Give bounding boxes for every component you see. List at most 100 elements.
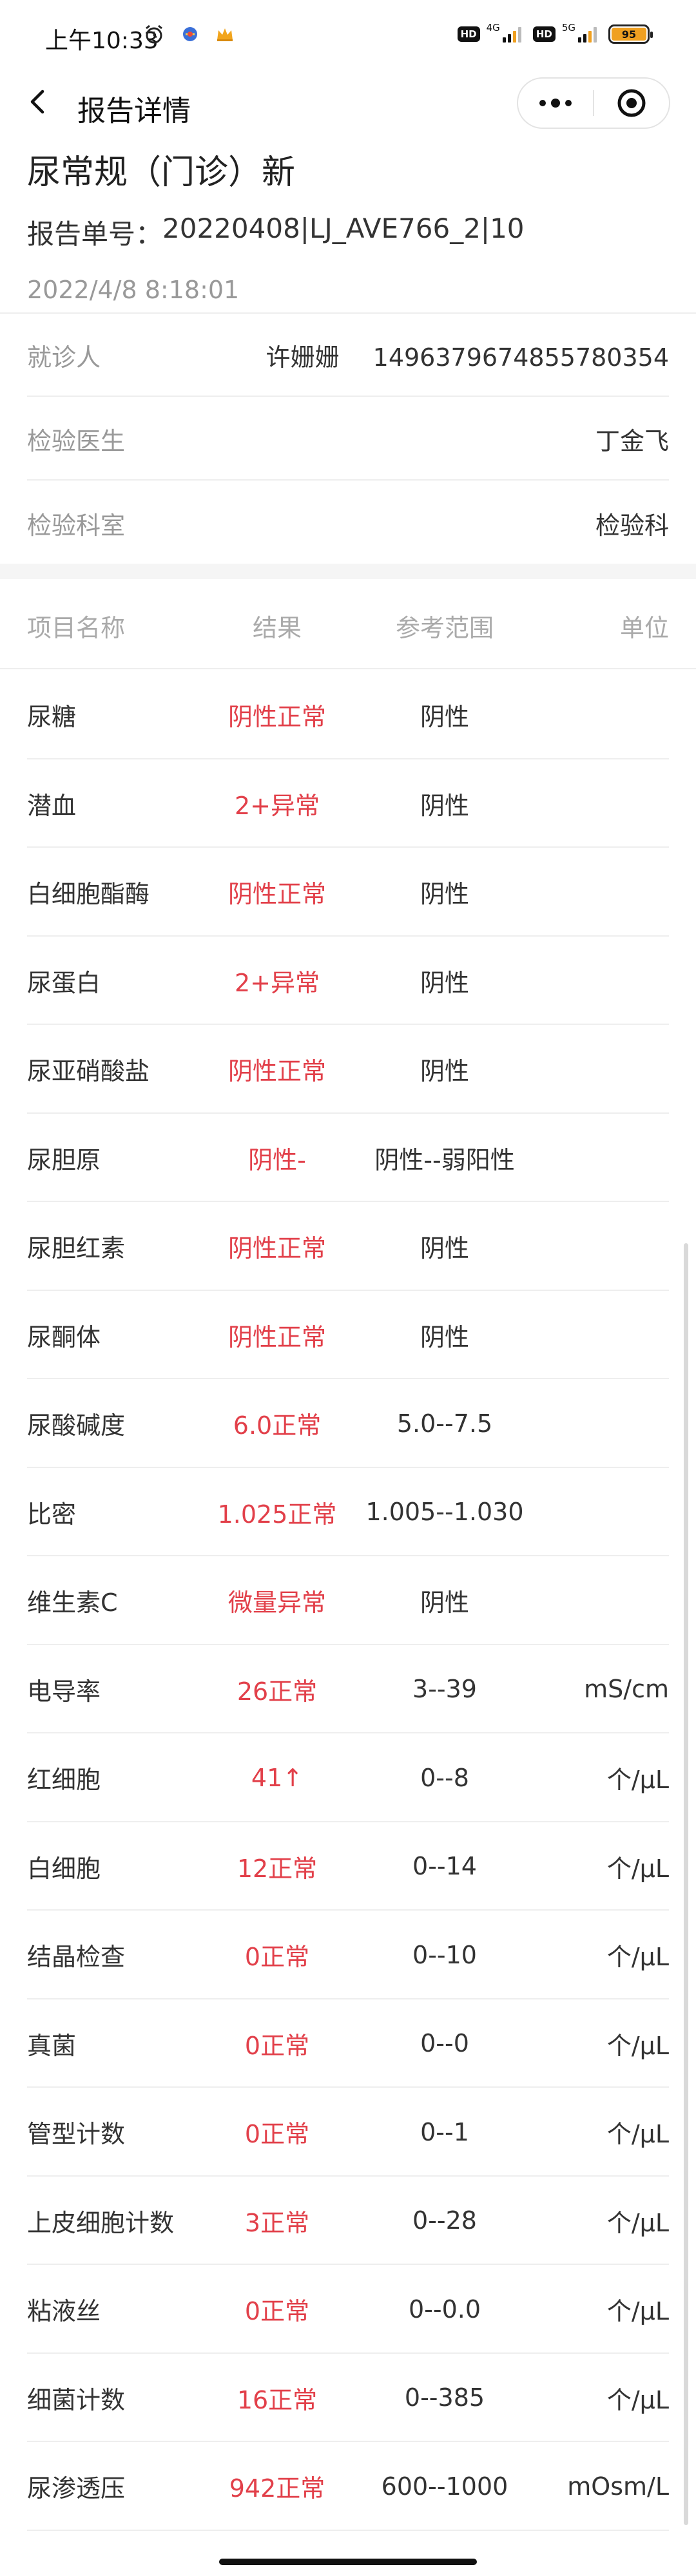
item-range: 0--385 (404, 2383, 485, 2412)
item-unit: 个/μL (606, 2208, 669, 2237)
table-row: 尿酸碱度 6.0正常 5.0--7.5 (0, 1379, 696, 1468)
status-bar: 上午10:33 HD 4G HD 5G 95 (0, 0, 696, 71)
item-range: 0--28 (412, 2206, 477, 2235)
item-name: 尿胆原 (27, 1145, 101, 1174)
item-result: 41↑ (251, 1763, 304, 1792)
doctor-row: 检验医生 丁金飞 (27, 398, 669, 481)
battery-level: 95 (612, 28, 646, 41)
item-name: 尿酸碱度 (27, 1411, 126, 1440)
item-unit (528, 1468, 669, 1557)
item-name: 真菌 (27, 2031, 77, 2060)
item-range: 0--14 (412, 1852, 477, 1881)
item-unit (528, 759, 669, 848)
hd-badge-2: HD (532, 26, 556, 42)
item-result: 微量异常 (227, 1589, 326, 1617)
item-result: 0正常 (244, 2297, 310, 2326)
item-result: 0正常 (244, 1943, 310, 1972)
item-name: 上皮细胞计数 (27, 2208, 175, 2237)
item-name: 电导率 (27, 1677, 101, 1706)
table-row: 细菌计数 16正常 0--385 个/μL (0, 2354, 696, 2443)
table-row: 尿酮体 阴性正常 阴性 (0, 1291, 696, 1380)
more-button[interactable] (518, 79, 593, 128)
item-result: 阴性正常 (227, 1057, 326, 1086)
chevron-left-icon[interactable] (24, 88, 53, 116)
item-unit: mOsm/L (567, 2472, 669, 2501)
item-range: 阴性 (420, 880, 469, 909)
item-unit (528, 848, 669, 937)
item-unit (528, 1114, 669, 1203)
item-result: 0正常 (244, 2120, 310, 2149)
table-row: 尿蛋白 2+异常 阴性 (0, 937, 696, 1026)
report-number: 报告单号： 20220408|LJ_AVE766_2|10 (27, 213, 525, 252)
department-value: 检验科 (595, 511, 669, 540)
item-unit (528, 1556, 669, 1645)
table-row: 尿亚硝酸盐 阴性正常 阴性 (0, 1025, 696, 1114)
table-row: 粘液丝 0正常 0--0.0 个/μL (0, 2265, 696, 2354)
department-row: 检验科室 检验科 (27, 482, 669, 564)
table-row: 白细胞酯酶 阴性正常 阴性 (0, 848, 696, 937)
item-name: 粘液丝 (27, 2297, 101, 2326)
header-unit: 单位 (619, 613, 669, 642)
item-name: 尿酮体 (27, 1322, 101, 1351)
item-range: 阴性 (420, 703, 469, 732)
item-name: 红细胞 (27, 1766, 101, 1795)
crown-icon (217, 28, 233, 41)
header-result: 结果 (252, 613, 302, 642)
table-row: 上皮细胞计数 3正常 0--28 个/μL (0, 2177, 696, 2266)
table-row: 白细胞 12正常 0--14 个/μL (0, 1822, 696, 1911)
header-name: 项目名称 (27, 613, 126, 642)
alarm-icon (146, 24, 162, 44)
home-indicator[interactable] (219, 2559, 477, 2565)
table-row: 维生素C 微量异常 阴性 (0, 1556, 696, 1645)
item-result: 6.0正常 (233, 1411, 322, 1440)
item-name: 尿亚硝酸盐 (27, 1057, 150, 1086)
table-row: 真菌 0正常 0--0 个/μL (0, 1999, 696, 2088)
status-time: 上午10:33 (45, 28, 159, 54)
item-range: 0--1 (420, 2117, 469, 2146)
patient-value: 许姗姗 1496379674855780354 (266, 338, 669, 373)
mini-program-capsule (517, 77, 670, 129)
item-name: 尿蛋白 (27, 968, 101, 997)
item-range: 5.0--7.5 (396, 1409, 493, 1438)
report-number-value: 20220408|LJ_AVE766_2|10 (162, 213, 525, 244)
item-result: 阴性- (248, 1145, 306, 1174)
item-name: 尿胆红素 (27, 1234, 126, 1263)
item-range: 0--0.0 (408, 2295, 481, 2323)
signal-strength-icon-2 (578, 26, 597, 43)
item-result: 3正常 (244, 2208, 310, 2237)
item-result: 0正常 (244, 2031, 310, 2060)
close-button[interactable] (594, 79, 669, 128)
item-name: 尿渗透压 (27, 2474, 126, 2503)
network-label-2: 5G (561, 22, 575, 33)
item-result: 阴性正常 (227, 703, 326, 732)
scrollbar[interactable] (684, 1243, 688, 2525)
hd-badge-1: HD (457, 26, 480, 42)
item-range: 1.005--1.030 (365, 1498, 524, 1527)
item-name: 维生素C (27, 1589, 118, 1617)
item-unit (528, 671, 669, 759)
patient-row: 就诊人 许姗姗 1496379674855780354 (27, 314, 669, 397)
item-range: 阴性 (420, 1234, 469, 1263)
network-label-1: 4G (486, 22, 500, 33)
item-range: 0--0 (420, 2029, 469, 2058)
table-row: 尿糖 阴性正常 阴性 (0, 671, 696, 759)
item-unit: 个/μL (606, 2297, 669, 2326)
more-dots-icon (539, 99, 572, 108)
page-title: 报告详情 (77, 95, 191, 128)
item-unit (528, 1379, 669, 1468)
item-result: 阴性正常 (227, 1234, 326, 1263)
item-range: 600--1000 (381, 2472, 508, 2501)
item-range: 阴性 (420, 1322, 469, 1351)
item-range: 阴性 (420, 1057, 469, 1086)
table-row: 电导率 26正常 3--39 mS/cm (0, 1645, 696, 1734)
item-unit: 个/μL (606, 1766, 669, 1795)
item-result: 26正常 (237, 1677, 318, 1706)
item-result: 12正常 (237, 1854, 318, 1883)
item-name: 尿糖 (27, 703, 77, 732)
battery-icon: 95 (608, 24, 653, 44)
header-range: 参考范围 (395, 613, 494, 642)
item-range: 阴性 (420, 968, 469, 997)
report-number-label: 报告单号： (27, 218, 163, 250)
doctor-value: 丁金飞 (595, 426, 669, 455)
item-unit: 个/μL (606, 1854, 669, 1883)
